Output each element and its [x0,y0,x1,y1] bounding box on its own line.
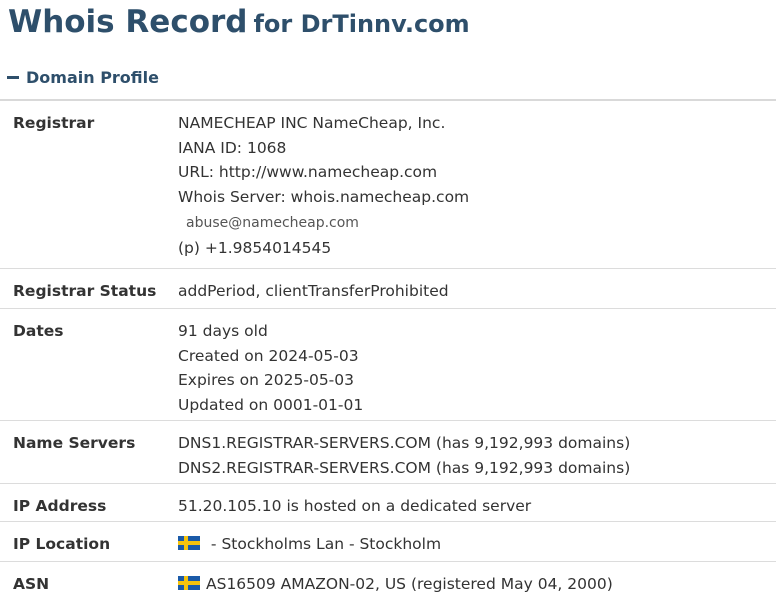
row-label: IP Address [13,497,107,515]
row-value: 51.20.105.10 is hosted on a dedicated se… [178,497,532,515]
row-value: NAMECHEAP INC NameCheap, Inc. IANA ID: 1… [178,111,469,268]
domain-age: 91 days old [178,322,268,340]
nameserver-2: DNS2.REGISTRAR-SERVERS.COM (has 9,192,99… [178,458,631,477]
section-title: Domain Profile [26,68,159,87]
row-label: Name Servers [13,434,136,452]
row-value: - Stockholms Lan - Stockholm [178,532,441,561]
nameserver-1: DNS1.REGISTRAR-SERVERS.COM (has 9,192,99… [178,434,631,452]
ip-location-text: - Stockholms Lan - Stockholm [206,535,442,553]
row-value: addPeriod, clientTransferProhibited [178,282,449,300]
row-label: Registrar Status [13,282,157,300]
table-row-dates: Dates 91 days old Created on 2024-05-03 … [0,309,776,421]
whois-table: Registrar NAMECHEAP INC NameCheap, Inc. … [0,99,776,602]
table-row-location: IP Location - Stockholms Lan - Stockholm [0,522,776,562]
page-title-main: Whois Record [8,4,248,40]
row-label: Registrar [13,114,95,132]
created-date: Created on 2024-05-03 [178,346,359,365]
registrar-iana-id: IANA ID: 1068 [178,138,287,157]
page-title: Whois Record for DrTinnv.com [8,4,470,40]
table-row-registrar: Registrar NAMECHEAP INC NameCheap, Inc. … [0,101,776,269]
table-row-status: Registrar Status addPeriod, clientTransf… [0,269,776,309]
sweden-flag-icon [178,536,200,550]
registrar-abuse-email[interactable]: abuse@namecheap.com [178,211,469,236]
row-label: Dates [13,322,64,340]
table-row-asn: ASN AS16509 AMAZON-02, US (registered Ma… [0,562,776,602]
sweden-flag-icon [178,576,200,590]
domain-profile-toggle[interactable]: Domain Profile [7,68,159,87]
row-value: 91 days old Created on 2024-05-03 Expire… [178,319,363,420]
row-label: ASN [13,575,50,593]
row-label: IP Location [13,535,111,553]
table-row-ip: IP Address 51.20.105.10 is hosted on a d… [0,484,776,522]
registrar-whois-server: Whois Server: whois.namecheap.com [178,187,470,206]
updated-date: Updated on 0001-01-01 [178,395,364,414]
row-value: AS16509 AMAZON-02, US (registered May 04… [178,572,613,602]
registrar-phone: (p) +1.9854014545 [178,238,332,257]
page-title-domain: for DrTinnv.com [253,10,470,38]
expires-date: Expires on 2025-05-03 [178,371,354,389]
registrar-name: NAMECHEAP INC NameCheap, Inc. [178,114,446,132]
row-value: DNS1.REGISTRAR-SERVERS.COM (has 9,192,99… [178,431,630,483]
collapse-icon [7,76,19,79]
registrar-url: URL: http://www.namecheap.com [178,163,438,181]
asn-text: AS16509 AMAZON-02, US (registered May 04… [206,575,613,593]
table-row-nameservers: Name Servers DNS1.REGISTRAR-SERVERS.COM … [0,421,776,484]
